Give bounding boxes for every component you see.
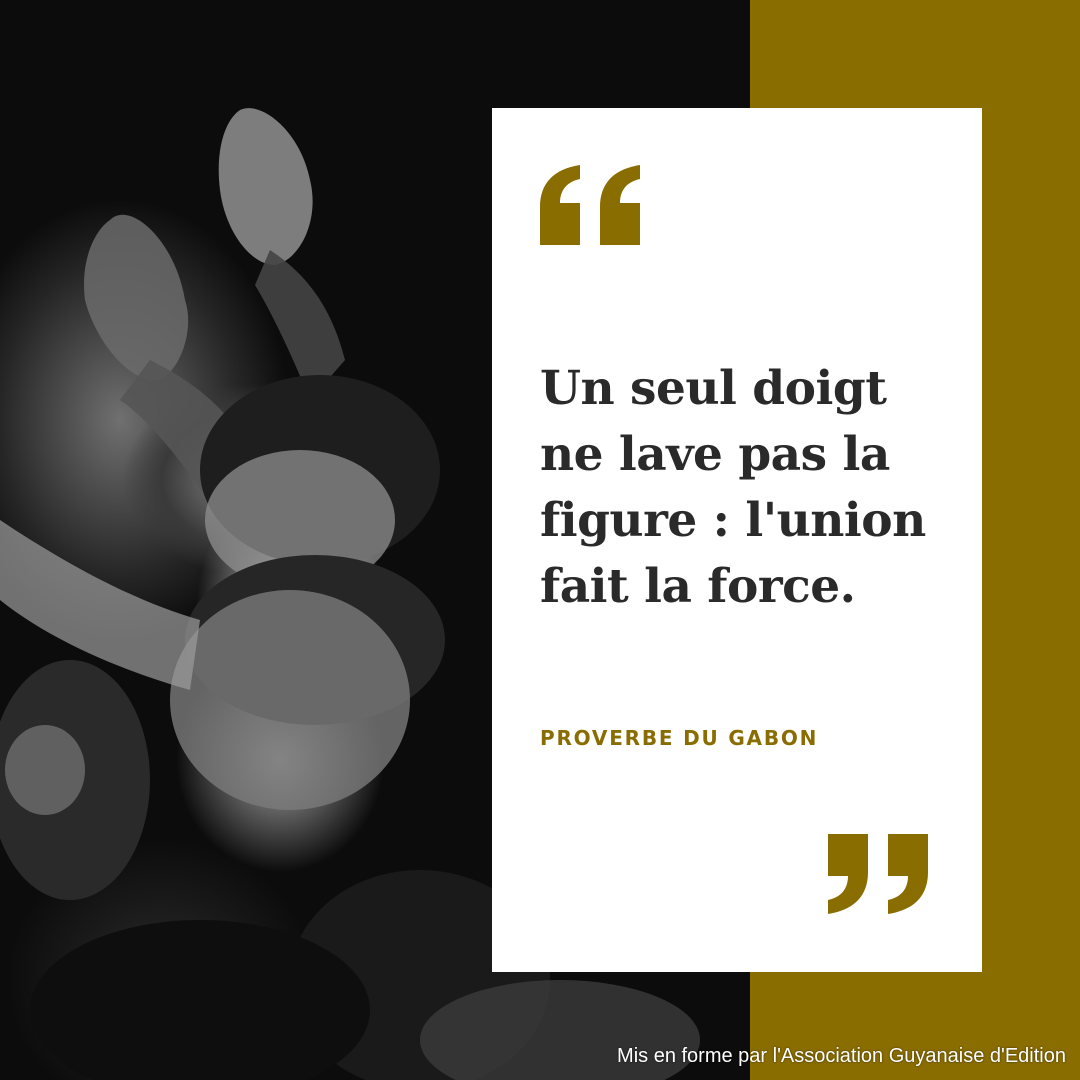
quote-attribution: PROVERBE DU GABON [540, 726, 819, 750]
close-quote-icon [828, 834, 928, 914]
quote-card: Un seul doigt ne lave pas la figure : l'… [492, 108, 982, 972]
open-quote-icon [540, 165, 640, 245]
quote-text: Un seul doigt ne lave pas la figure : l'… [540, 361, 926, 614]
credit-line: Mis en forme par l'Association Guyanaise… [617, 1045, 1066, 1067]
